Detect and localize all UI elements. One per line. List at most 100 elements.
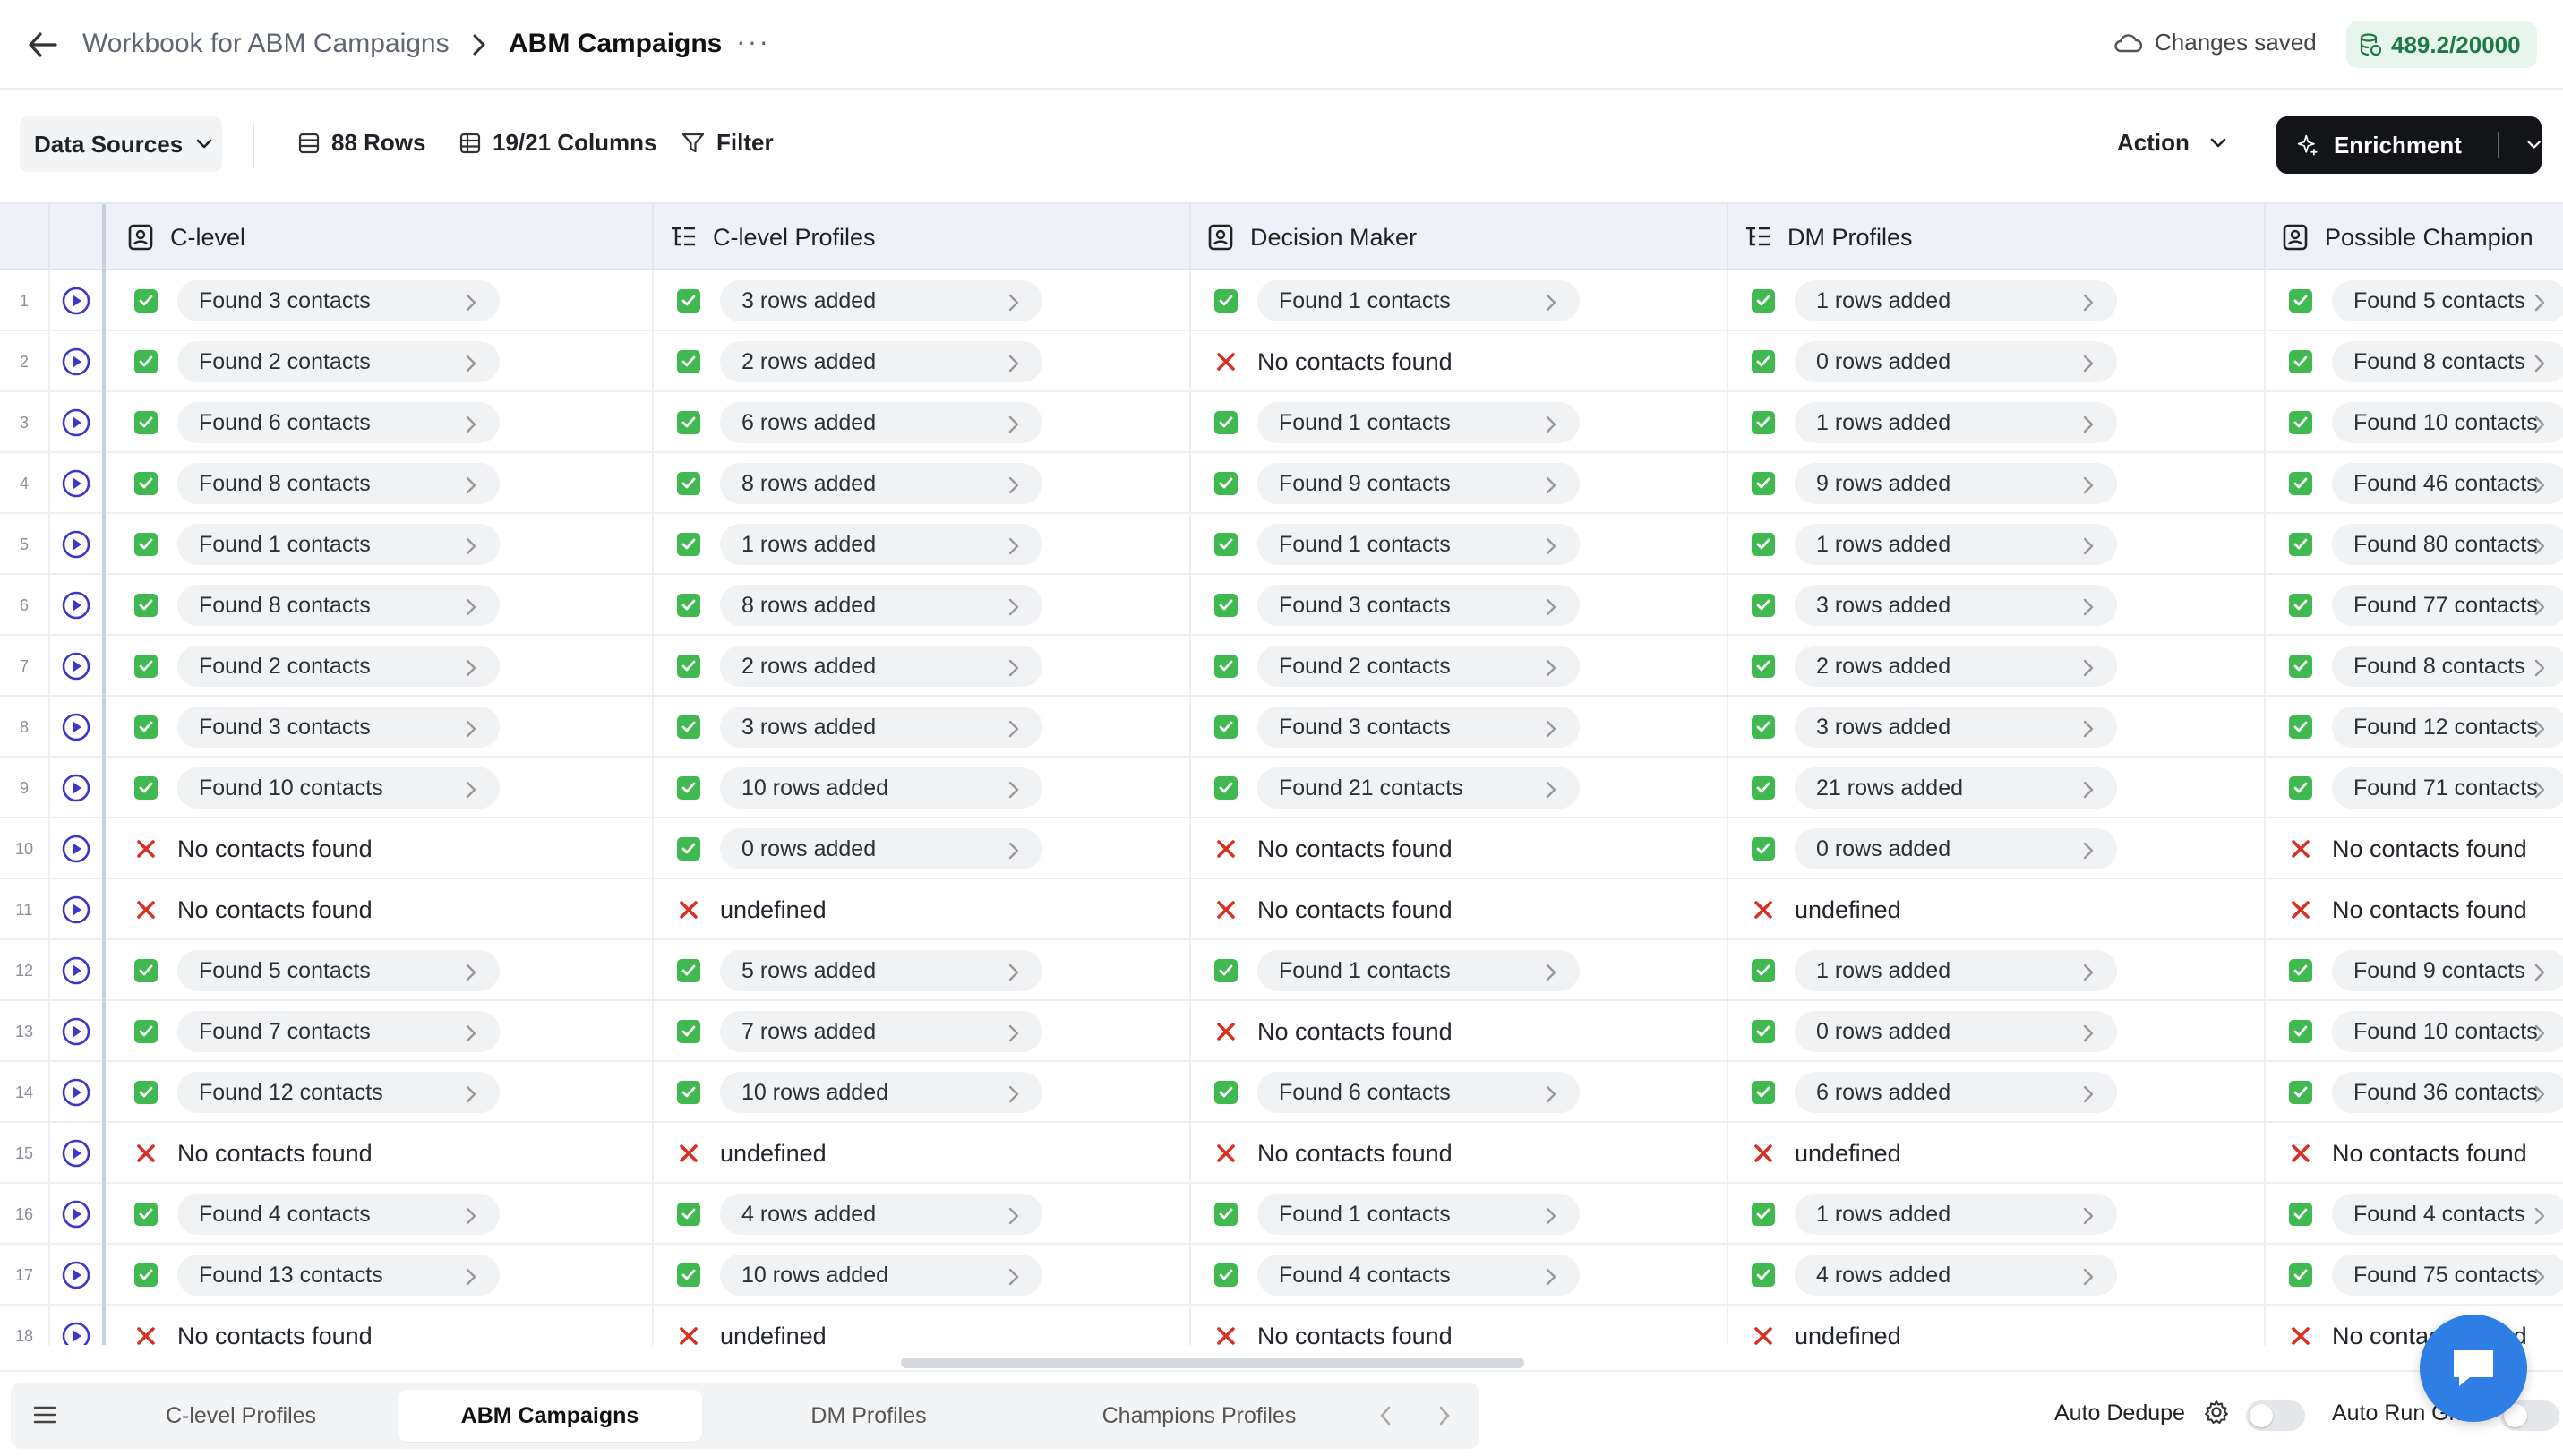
result-pill[interactable]: Found 4 contacts <box>1257 1255 1580 1296</box>
run-row-play-icon[interactable] <box>50 818 106 879</box>
grid-cell[interactable]: 0 rows added <box>1728 818 2266 879</box>
result-pill[interactable]: 0 rows added <box>1795 341 2117 382</box>
grid-cell[interactable]: 3 rows added <box>654 270 1191 331</box>
run-row-play-icon[interactable] <box>50 331 106 392</box>
grid-cell[interactable]: Found 6 contacts <box>1191 1062 1728 1123</box>
grid-cell[interactable]: Found 2 contacts <box>111 636 654 697</box>
result-pill[interactable]: 8 rows added <box>720 585 1042 626</box>
grid-cell[interactable]: Found 21 contacts <box>1191 758 1728 818</box>
result-pill[interactable]: Found 46 contacts <box>2332 463 2563 504</box>
result-pill[interactable]: Found 2 contacts <box>177 646 500 687</box>
grid-cell[interactable]: 8 rows added <box>654 575 1191 636</box>
grid-cell[interactable]: 1 rows added <box>1728 1184 2266 1245</box>
rows-count-button[interactable]: 88 Rows <box>297 129 426 157</box>
grid-cell[interactable]: 0 rows added <box>1728 331 2266 392</box>
result-pill[interactable]: 1 rows added <box>1795 280 2117 321</box>
result-pill[interactable]: Found 8 contacts <box>177 463 500 504</box>
credits-badge[interactable]: 489.2/20000 <box>2346 21 2537 68</box>
result-pill[interactable]: Found 75 contacts <box>2332 1255 2563 1296</box>
result-pill[interactable]: Found 3 contacts <box>1257 585 1580 626</box>
grid-cell[interactable]: No contacts found <box>111 818 654 879</box>
grid-cell[interactable]: 10 rows added <box>654 758 1191 818</box>
grid-cell[interactable]: Found 8 contacts <box>2266 636 2563 697</box>
result-pill[interactable]: Found 1 contacts <box>1257 280 1580 321</box>
tab-prev-icon[interactable] <box>1376 1402 1397 1434</box>
column-header-c-level[interactable]: C-level <box>111 204 654 270</box>
result-pill[interactable]: Found 8 contacts <box>2332 341 2563 382</box>
grid-cell[interactable]: Found 8 contacts <box>111 453 654 514</box>
auto-dedupe-toggle[interactable] <box>2246 1400 2305 1431</box>
result-pill[interactable]: Found 6 contacts <box>177 402 500 443</box>
back-arrow-icon[interactable] <box>23 25 63 64</box>
tab-dm-profiles[interactable]: DM Profiles <box>716 1390 1021 1442</box>
result-pill[interactable]: Found 1 contacts <box>1257 950 1580 991</box>
result-pill[interactable]: Found 4 contacts <box>177 1194 500 1235</box>
grid-cell[interactable]: Found 1 contacts <box>1191 940 1728 1001</box>
filter-button[interactable]: Filter <box>681 129 774 157</box>
grid-cell[interactable]: Found 1 contacts <box>1191 514 1728 575</box>
result-pill[interactable]: Found 10 contacts <box>2332 402 2563 443</box>
grid-cell[interactable]: 7 rows added <box>654 1001 1191 1062</box>
grid-cell[interactable]: No contacts found <box>1191 879 1728 940</box>
result-pill[interactable]: 1 rows added <box>720 524 1042 565</box>
tab-c-level-profiles[interactable]: C-level Profiles <box>86 1390 396 1442</box>
enrichment-button[interactable]: Enrichment <box>2276 116 2542 174</box>
result-pill[interactable]: 0 rows added <box>720 828 1042 869</box>
grid-cell[interactable]: 0 rows added <box>654 818 1191 879</box>
result-pill[interactable]: Found 7 contacts <box>177 1011 500 1052</box>
horizontal-scrollbar[interactable] <box>901 1358 1524 1368</box>
result-pill[interactable]: 1 rows added <box>1795 402 2117 443</box>
grid-cell[interactable]: 4 rows added <box>654 1184 1191 1245</box>
grid-cell[interactable]: No contacts found <box>1191 331 1728 392</box>
column-header-dm-profiles[interactable]: DM Profiles <box>1728 204 2266 270</box>
result-pill[interactable]: Found 9 contacts <box>1257 463 1580 504</box>
grid-cell[interactable]: 0 rows added <box>1728 1001 2266 1062</box>
grid-cell[interactable]: Found 2 contacts <box>1191 636 1728 697</box>
grid-cell[interactable]: 2 rows added <box>1728 636 2266 697</box>
data-sources-button[interactable]: Data Sources <box>20 116 222 172</box>
grid-cell[interactable]: 10 rows added <box>654 1062 1191 1123</box>
run-row-play-icon[interactable] <box>50 453 106 514</box>
result-pill[interactable]: Found 3 contacts <box>1257 707 1580 748</box>
grid-cell[interactable]: 1 rows added <box>1728 514 2266 575</box>
grid-cell[interactable]: 10 rows added <box>654 1245 1191 1306</box>
more-options-icon[interactable]: ··· <box>736 25 770 58</box>
result-pill[interactable]: Found 2 contacts <box>1257 646 1580 687</box>
result-pill[interactable]: 4 rows added <box>1795 1255 2117 1296</box>
result-pill[interactable]: 3 rows added <box>720 280 1042 321</box>
result-pill[interactable]: 1 rows added <box>1795 524 2117 565</box>
grid-cell[interactable]: undefined <box>654 879 1191 940</box>
grid-cell[interactable]: 6 rows added <box>1728 1062 2266 1123</box>
grid-cell[interactable]: undefined <box>1728 1306 2266 1345</box>
grid-cell[interactable]: No contacts found <box>2266 1123 2563 1184</box>
result-pill[interactable]: 7 rows added <box>720 1011 1042 1052</box>
grid-cell[interactable]: 21 rows added <box>1728 758 2266 818</box>
grid-cell[interactable]: Found 1 contacts <box>1191 392 1728 453</box>
run-row-play-icon[interactable] <box>50 575 106 636</box>
result-pill[interactable]: 3 rows added <box>1795 585 2117 626</box>
grid-cell[interactable]: Found 7 contacts <box>111 1001 654 1062</box>
grid-cell[interactable]: Found 46 contacts <box>2266 453 2563 514</box>
run-row-play-icon[interactable] <box>50 1184 106 1245</box>
result-pill[interactable]: Found 6 contacts <box>1257 1072 1580 1113</box>
run-row-play-icon[interactable] <box>50 1245 106 1306</box>
result-pill[interactable]: Found 10 contacts <box>2332 1011 2563 1052</box>
result-pill[interactable]: Found 8 contacts <box>2332 646 2563 687</box>
result-pill[interactable]: 21 rows added <box>1795 767 2117 809</box>
hamburger-menu-icon[interactable] <box>32 1404 57 1430</box>
tab-next-icon[interactable] <box>1433 1402 1454 1434</box>
result-pill[interactable]: Found 12 contacts <box>2332 707 2563 748</box>
chevron-down-icon[interactable] <box>2526 139 2542 151</box>
run-row-play-icon[interactable] <box>50 1062 106 1123</box>
result-pill[interactable]: 6 rows added <box>1795 1072 2117 1113</box>
result-pill[interactable]: 4 rows added <box>720 1194 1042 1235</box>
grid-cell[interactable]: 3 rows added <box>654 697 1191 758</box>
grid-cell[interactable]: Found 6 contacts <box>111 392 654 453</box>
grid-cell[interactable]: undefined <box>654 1306 1191 1345</box>
grid-cell[interactable]: Found 12 contacts <box>2266 697 2563 758</box>
grid-cell[interactable]: Found 75 contacts <box>2266 1245 2563 1306</box>
grid-cell[interactable]: 6 rows added <box>654 392 1191 453</box>
grid-cell[interactable]: 1 rows added <box>1728 940 2266 1001</box>
grid-cell[interactable]: Found 3 contacts <box>1191 697 1728 758</box>
run-row-play-icon[interactable] <box>50 392 106 453</box>
